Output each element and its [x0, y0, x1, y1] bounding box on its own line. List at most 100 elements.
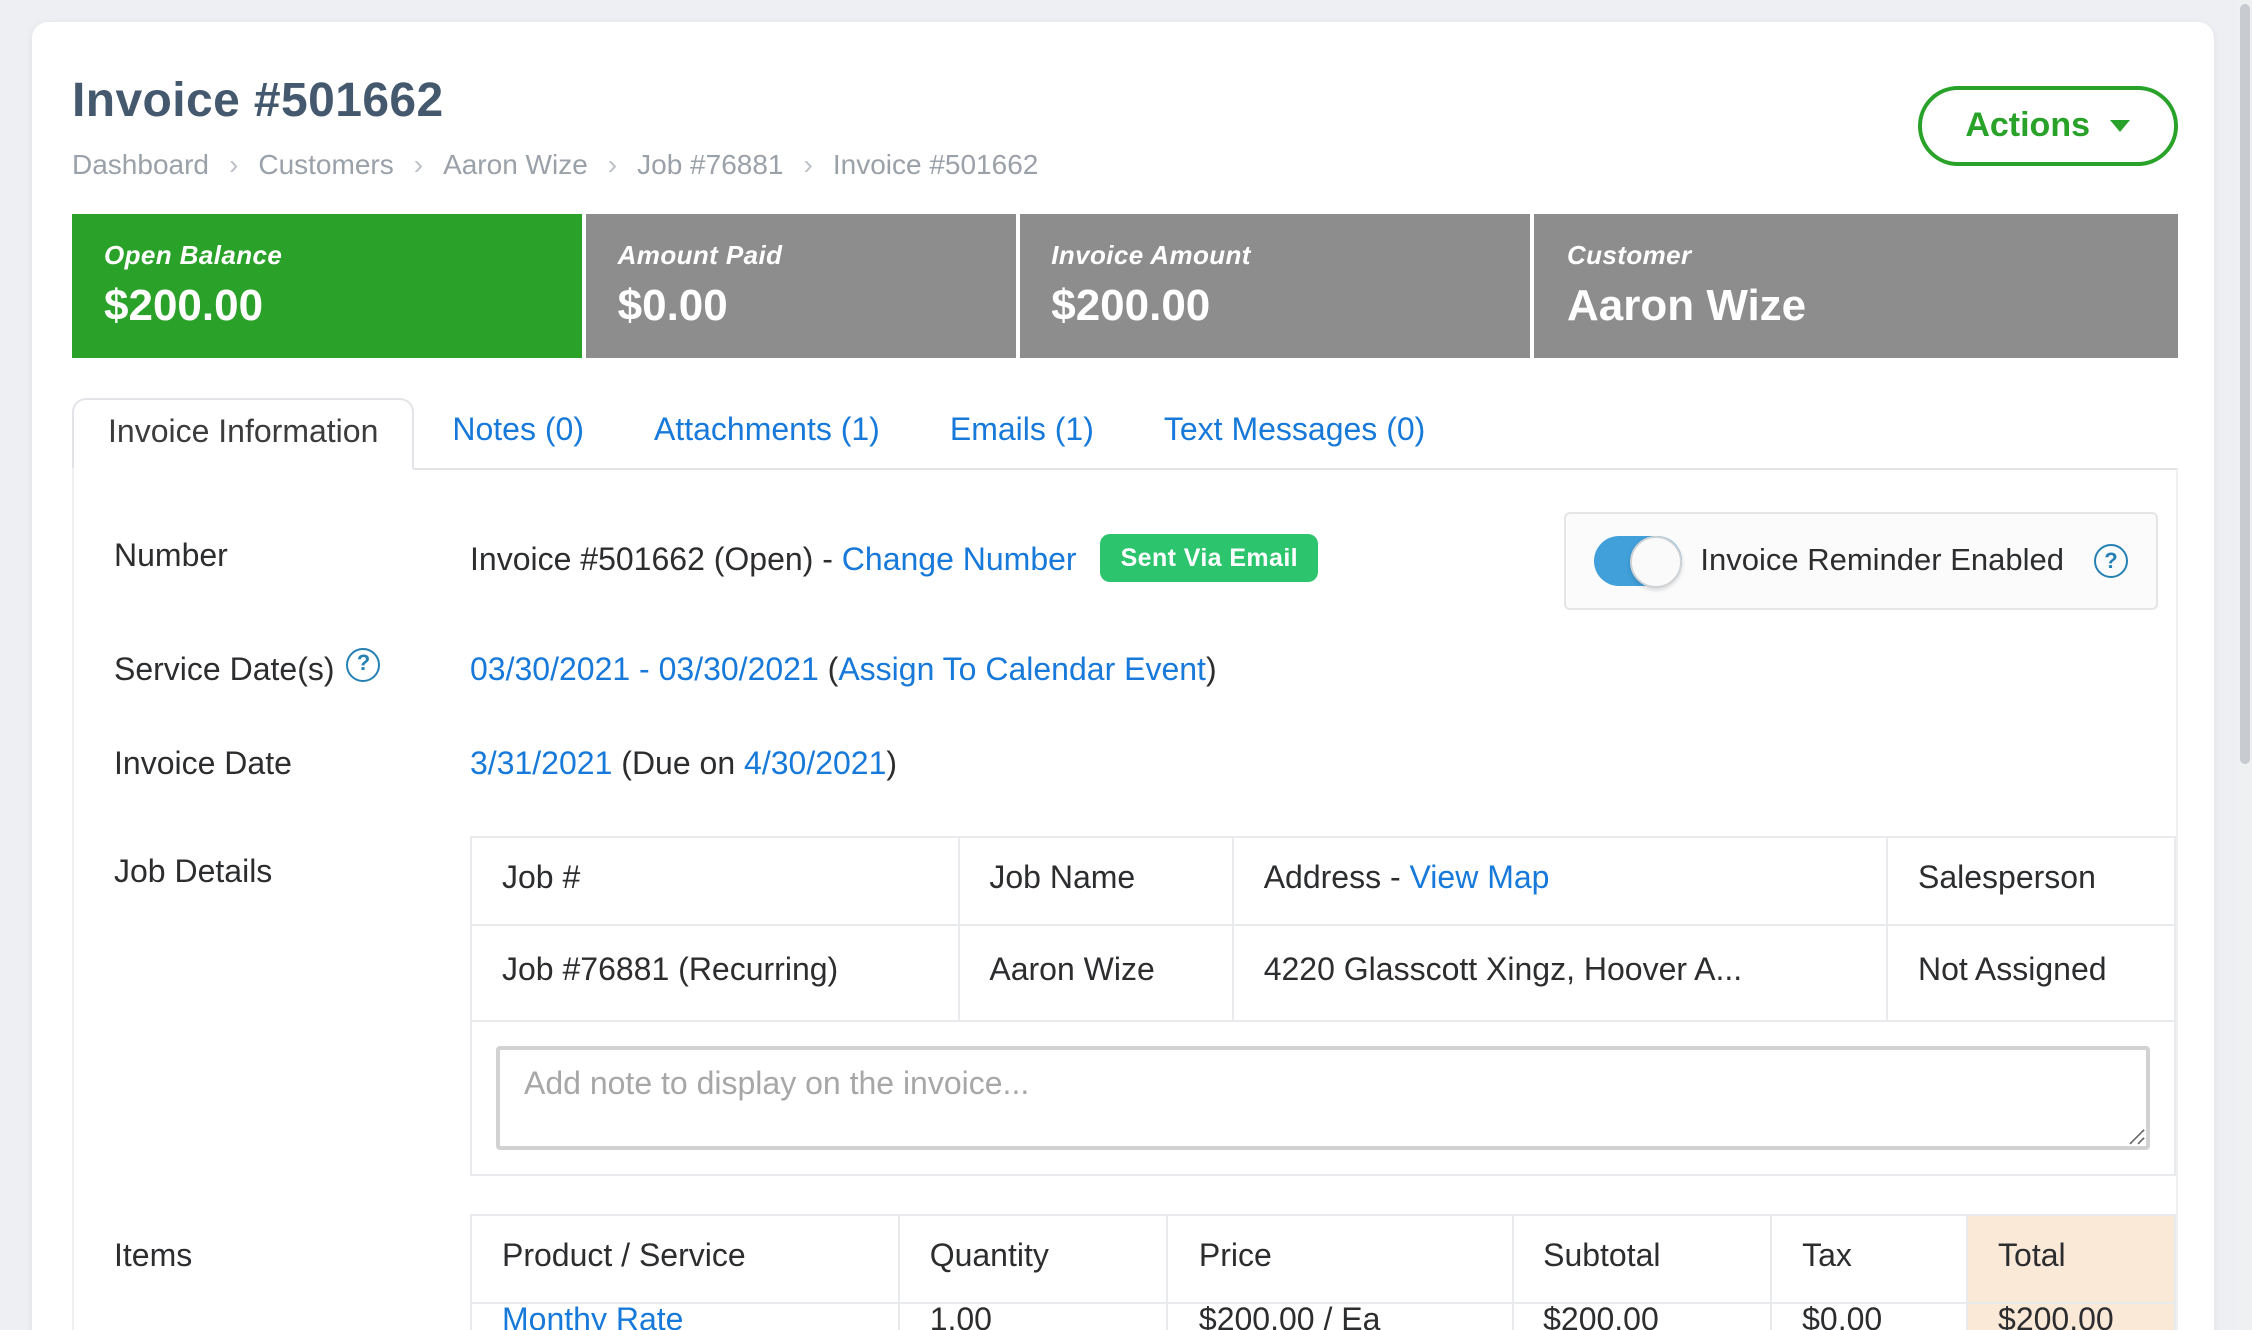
- invoice-reminder-box: Invoice Reminder Enabled ?: [1564, 512, 2158, 610]
- address-cell: 4220 Glasscott Xingz, Hoover A...: [1233, 924, 1887, 1020]
- amount-paid-label: Amount Paid: [618, 240, 984, 270]
- job-details-table-wrap: Job # Job Name Address - View Map Salesp…: [470, 835, 2176, 1175]
- chevron-right-icon: ›: [414, 148, 423, 180]
- address-header-text: Address -: [1264, 862, 1410, 896]
- due-on-text: (Due on: [621, 747, 744, 781]
- items-table-wrap: Product / Service Quantity Price Subtota…: [470, 1213, 2176, 1330]
- job-details-row: Job Details Job # Job Name Address - Vie…: [74, 835, 2176, 1175]
- item-product-cell: Monthy Rate: [471, 1302, 899, 1330]
- salesperson-cell: Not Assigned: [1887, 924, 2175, 1020]
- service-dates-value: 03/30/2021 - 03/30/2021 (Assign To Calen…: [470, 655, 2176, 691]
- job-details-data-row: Job #76881 (Recurring) Aaron Wize 4220 G…: [471, 924, 2175, 1020]
- open-balance-label: Open Balance: [104, 240, 550, 270]
- tab-notes[interactable]: Notes (0): [420, 396, 616, 468]
- scrollbar-thumb[interactable]: [2240, 4, 2250, 764]
- invoice-reminder-label: Invoice Reminder Enabled: [1700, 543, 2064, 579]
- invoice-date-link[interactable]: 3/31/2021: [470, 747, 612, 781]
- price-header: Price: [1168, 1214, 1512, 1302]
- tab-attachments[interactable]: Attachments (1): [622, 396, 912, 468]
- quantity-header: Quantity: [899, 1214, 1168, 1302]
- change-number-link[interactable]: Change Number: [842, 544, 1077, 578]
- invoice-note-row: [471, 1020, 2175, 1174]
- salesperson-header: Salesperson: [1887, 836, 2175, 924]
- item-product-link[interactable]: Monthy Rate: [502, 1303, 683, 1330]
- number-text: Invoice #501662 (Open) -: [470, 544, 842, 578]
- breadcrumb: Dashboard › Customers › Aaron Wize › Job…: [72, 148, 1038, 180]
- chevron-right-icon: ›: [804, 148, 813, 180]
- open-balance-value: $200.00: [104, 280, 550, 332]
- invoice-amount-label: Invoice Amount: [1051, 240, 1499, 270]
- invoice-date-value: 3/31/2021 (Due on 4/30/2021): [470, 747, 2176, 783]
- invoice-information-panel: Invoice Reminder Enabled ? Number Invoic…: [72, 468, 2178, 1330]
- summary-bar: Open Balance $200.00 Amount Paid $0.00 I…: [72, 214, 2178, 358]
- tab-bar: Invoice Information Notes (0) Attachment…: [72, 396, 2178, 468]
- invoice-card: Invoice #501662 Dashboard › Customers › …: [32, 22, 2214, 1330]
- page-header: Invoice #501662 Dashboard › Customers › …: [32, 22, 2214, 180]
- item-quantity-cell: 1.00: [899, 1302, 1168, 1330]
- items-label: Items: [74, 1213, 470, 1275]
- breadcrumb-customer-name[interactable]: Aaron Wize: [443, 148, 588, 180]
- service-date-range-link[interactable]: 03/30/2021 - 03/30/2021: [470, 655, 819, 689]
- tab-invoice-information[interactable]: Invoice Information: [72, 398, 414, 470]
- toggle-knob: [1630, 535, 1682, 587]
- due-date-link[interactable]: 4/30/2021: [744, 747, 886, 781]
- caret-down-icon: [2110, 120, 2130, 132]
- chevron-right-icon: ›: [229, 148, 238, 180]
- paren-open: (: [828, 655, 839, 689]
- job-number-cell: Job #76881 (Recurring): [471, 924, 958, 1020]
- chevron-right-icon: ›: [608, 148, 617, 180]
- invoice-amount-value: $200.00: [1051, 280, 1499, 332]
- invoice-date-label: Invoice Date: [74, 747, 470, 783]
- actions-button[interactable]: Actions: [1917, 86, 2178, 166]
- job-name-cell: Aaron Wize: [958, 924, 1232, 1020]
- breadcrumb-customers[interactable]: Customers: [258, 148, 393, 180]
- item-subtotal-cell: $200.00: [1512, 1302, 1771, 1330]
- customer-value: Aaron Wize: [1567, 280, 2146, 332]
- tab-text-messages[interactable]: Text Messages (0): [1132, 396, 1457, 468]
- invoice-note-input[interactable]: [496, 1045, 2150, 1149]
- amount-paid-value: $0.00: [618, 280, 984, 332]
- items-header-row: Product / Service Quantity Price Subtota…: [471, 1214, 2175, 1302]
- page-scrollbar[interactable]: [2238, 0, 2252, 1330]
- tabs-section: Invoice Information Notes (0) Attachment…: [72, 396, 2178, 1330]
- tab-emails[interactable]: Emails (1): [918, 396, 1126, 468]
- item-row: Monthy Rate 1.00 $200.00 / Ea $200.00 $0…: [471, 1302, 2175, 1330]
- invoice-page: Invoice #501662 Dashboard › Customers › …: [0, 0, 2252, 1330]
- sent-via-email-badge: Sent Via Email: [1101, 534, 1318, 582]
- invoice-reminder-toggle[interactable]: [1594, 536, 1682, 586]
- view-map-link[interactable]: View Map: [1410, 862, 1550, 896]
- total-header: Total: [1967, 1214, 2175, 1302]
- help-icon[interactable]: ?: [347, 647, 381, 681]
- subtotal-header: Subtotal: [1512, 1214, 1771, 1302]
- assign-to-calendar-event-link[interactable]: Assign To Calendar Event: [838, 655, 1206, 689]
- breadcrumb-invoice: Invoice #501662: [833, 148, 1039, 180]
- page-title: Invoice #501662: [72, 74, 1038, 130]
- breadcrumb-job[interactable]: Job #76881: [637, 148, 783, 180]
- paren-close: ): [1206, 655, 1217, 689]
- job-number-header: Job #: [471, 836, 958, 924]
- item-price-cell: $200.00 / Ea: [1168, 1302, 1512, 1330]
- customer-panel: Customer Aaron Wize: [1535, 214, 2178, 358]
- service-dates-label-text: Service Date(s): [114, 654, 335, 688]
- invoice-note-cell: [471, 1020, 2175, 1174]
- help-icon[interactable]: ?: [2094, 544, 2128, 578]
- customer-label: Customer: [1567, 240, 2146, 270]
- number-label: Number: [74, 540, 470, 576]
- product-service-header: Product / Service: [471, 1214, 899, 1302]
- address-header: Address - View Map: [1233, 836, 1887, 924]
- item-tax-cell: $0.00: [1771, 1302, 1967, 1330]
- open-balance-panel: Open Balance $200.00: [72, 214, 582, 358]
- items-table: Product / Service Quantity Price Subtota…: [470, 1213, 2176, 1330]
- job-details-label: Job Details: [74, 835, 470, 891]
- due-close-text: ): [886, 747, 897, 781]
- breadcrumb-dashboard[interactable]: Dashboard: [72, 148, 209, 180]
- invoice-date-row: Invoice Date 3/31/2021 (Due on 4/30/2021…: [74, 747, 2176, 783]
- items-row: Items Product / Service Quantity Price S…: [74, 1213, 2176, 1330]
- tax-header: Tax: [1771, 1214, 1967, 1302]
- service-dates-label: Service Date(s)?: [74, 654, 470, 691]
- invoice-amount-panel: Invoice Amount $200.00: [1019, 214, 1531, 358]
- service-dates-row: Service Date(s)? 03/30/2021 - 03/30/2021…: [74, 654, 2176, 691]
- amount-paid-panel: Amount Paid $0.00: [586, 214, 1016, 358]
- job-name-header: Job Name: [958, 836, 1232, 924]
- item-total-cell: $200.00: [1967, 1302, 2175, 1330]
